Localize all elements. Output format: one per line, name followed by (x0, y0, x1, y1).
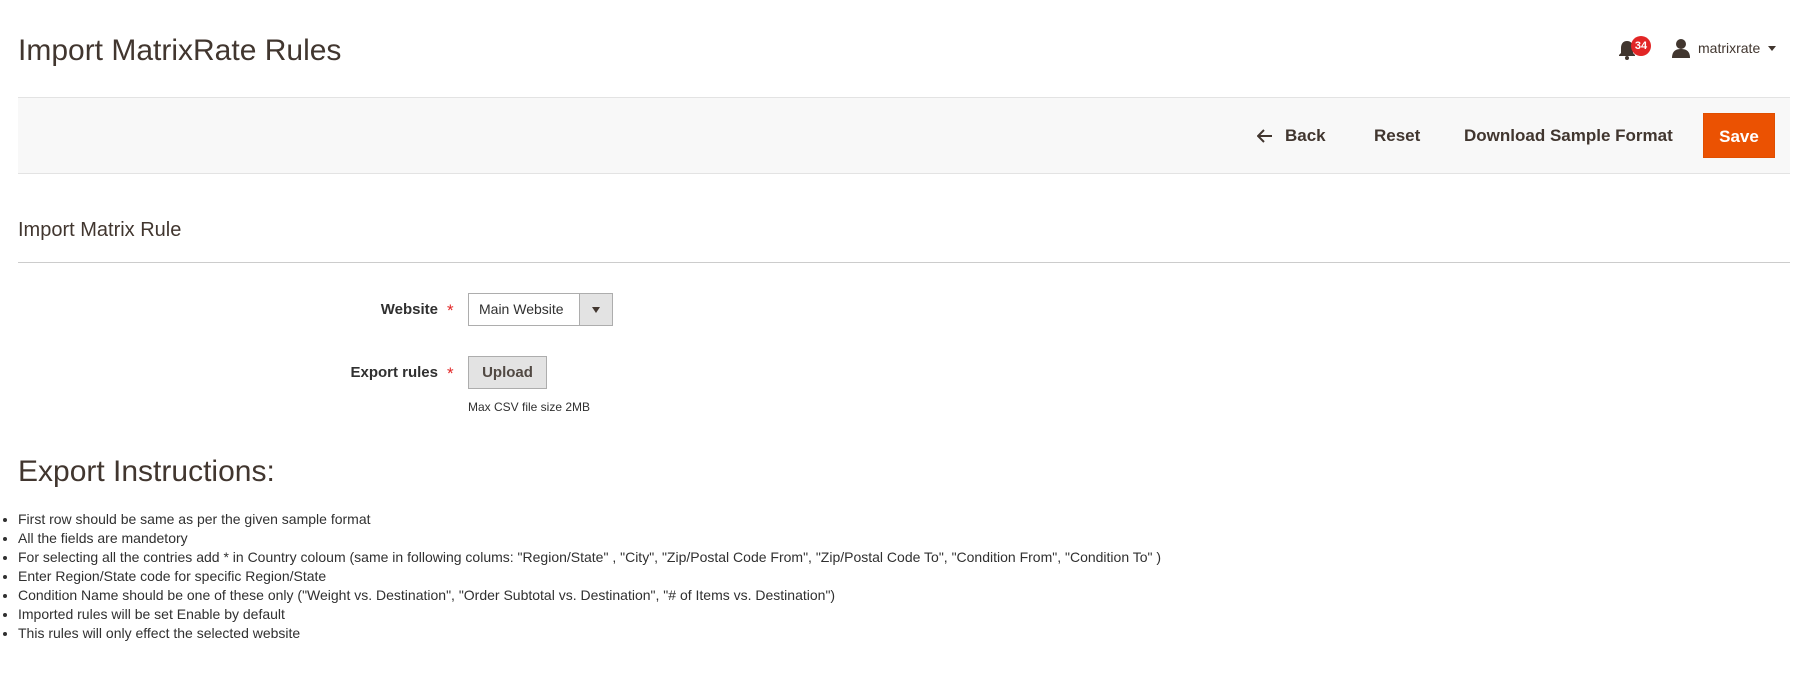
list-item: This rules will only effect the selected… (18, 624, 1161, 643)
chevron-down-icon (592, 307, 600, 313)
list-item: Imported rules will be set Enable by def… (18, 605, 1161, 624)
export-rules-label: Export rules (350, 364, 438, 381)
list-item: All the fields are mandetory (18, 529, 1161, 548)
instructions-title: Export Instructions: (18, 455, 275, 488)
page-title: Import MatrixRate Rules (18, 34, 342, 67)
list-item: First row should be same as per the give… (18, 510, 1161, 529)
instructions-list: First row should be same as per the give… (0, 510, 1161, 643)
notifications-count-badge: 34 (1631, 36, 1651, 56)
save-button[interactable]: Save (1703, 113, 1775, 158)
website-select-toggle[interactable] (579, 294, 612, 325)
download-sample-format-button[interactable]: Download Sample Format (1464, 98, 1673, 173)
upload-button[interactable]: Upload (468, 356, 547, 389)
required-marker: * (447, 301, 454, 320)
required-marker: * (447, 364, 454, 383)
list-item: Condition Name should be one of these on… (18, 586, 1161, 605)
reset-button[interactable]: Reset (1374, 98, 1420, 173)
page-actions-bar: Back Reset Download Sample Format Save (18, 98, 1790, 174)
list-item: Enter Region/State code for specific Reg… (18, 567, 1161, 586)
upload-note: Max CSV file size 2MB (468, 400, 591, 414)
user-icon (1672, 39, 1690, 58)
website-select-value: Main Website (479, 301, 564, 317)
user-name: matrixrate (1698, 40, 1761, 56)
notifications-button[interactable]: 34 (1618, 36, 1651, 66)
website-label: Website (380, 301, 438, 318)
page-header: Import MatrixRate Rules 34 matrixrate (0, 0, 1804, 97)
list-item: For selecting all the contries add * in … (18, 548, 1161, 567)
back-button[interactable]: Back (1257, 98, 1326, 173)
user-account-menu[interactable]: matrixrate (1672, 36, 1777, 60)
back-button-label: Back (1285, 126, 1326, 145)
website-select[interactable]: Main Website (468, 293, 613, 326)
section-title: Import Matrix Rule (18, 219, 182, 241)
section-divider (18, 262, 1790, 263)
arrow-left-icon (1257, 128, 1273, 143)
chevron-down-icon (1768, 45, 1777, 51)
